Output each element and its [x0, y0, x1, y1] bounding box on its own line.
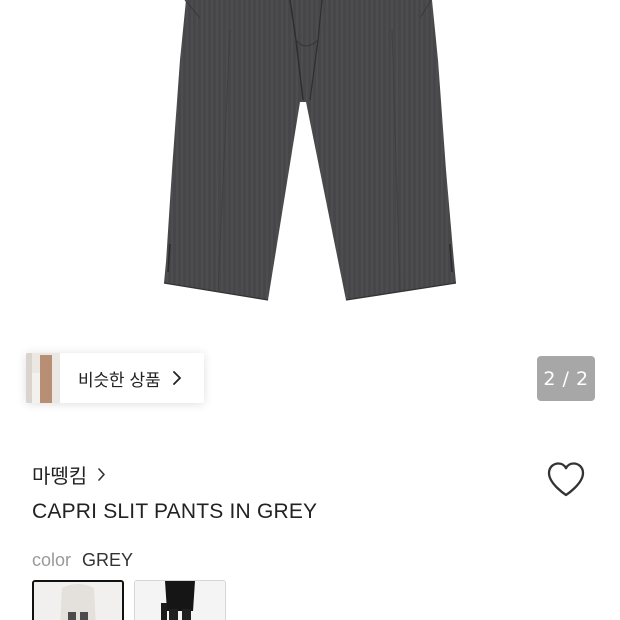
- color-label: color: [32, 550, 72, 570]
- product-photo-capri-pants: [163, 0, 457, 301]
- similar-products-button[interactable]: 비슷한 상품: [26, 353, 204, 403]
- similar-product-thumbnail: [26, 353, 60, 403]
- product-image-gallery[interactable]: 비슷한 상품 2 / 2: [0, 0, 620, 430]
- brand-link[interactable]: 마뗑킴: [32, 460, 106, 489]
- chevron-right-icon: [172, 370, 182, 386]
- selected-color-value: GREY: [82, 550, 134, 570]
- chevron-right-icon: [97, 467, 106, 482]
- similar-products-label: 비슷한 상품: [78, 370, 161, 391]
- image-page-indicator: 2 / 2: [537, 356, 595, 401]
- color-swatch-option[interactable]: [134, 580, 226, 620]
- wishlist-heart-icon[interactable]: [545, 460, 587, 500]
- color-swatch-selected[interactable]: [32, 580, 124, 620]
- brand-name: 마뗑킴: [32, 464, 88, 488]
- color-option-row: color GREY: [32, 550, 133, 571]
- product-title: CAPRI SLIT PANTS IN GREY: [32, 500, 318, 523]
